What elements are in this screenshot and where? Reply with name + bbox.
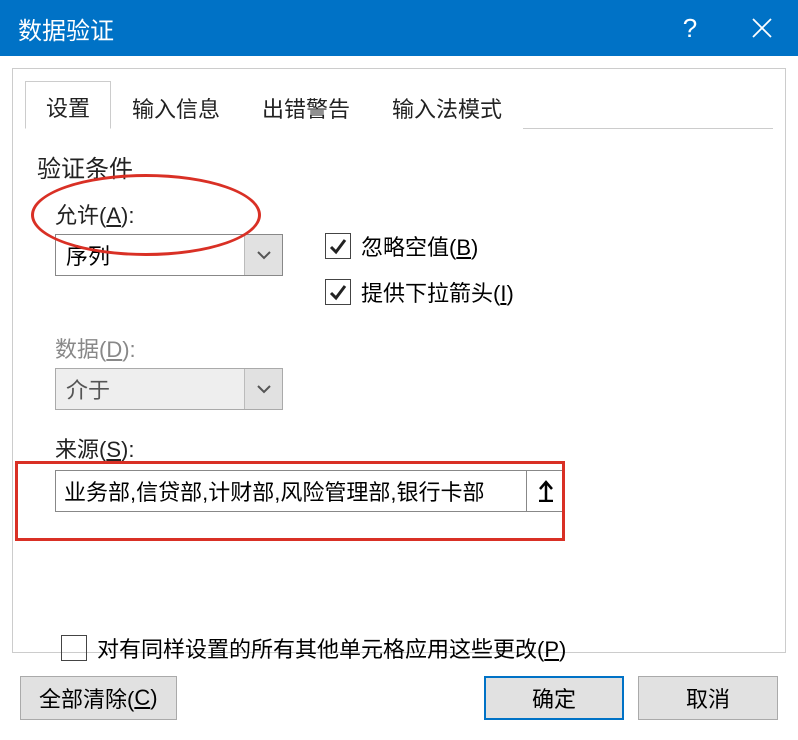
check-icon [328,236,348,256]
data-select: 介于 [55,368,283,410]
check-icon [328,282,348,302]
dialog-footer: 全部清除(C) 确定 取消 [12,676,786,720]
tab-input-message[interactable]: 输入信息 [111,81,241,129]
chevron-down-icon [257,384,271,394]
source-row: 来源(S): [55,432,761,512]
source-input[interactable] [56,471,526,511]
data-row: 数据(D): 介于 [55,332,761,410]
tab-bar: 设置 输入信息 出错警告 输入法模式 [25,81,773,129]
chevron-down-icon [257,250,271,260]
tab-settings[interactable]: 设置 [25,81,111,129]
range-icon [537,480,555,502]
tab-error-alert[interactable]: 出错警告 [241,81,371,129]
close-button[interactable] [726,0,798,56]
titlebar-buttons: ? [654,0,798,56]
checkbox-icon [325,233,351,259]
ignore-blank-checkbox[interactable]: 忽略空值(B) [325,230,514,262]
allow-select[interactable]: 序列 [55,234,283,276]
tab-ime-mode[interactable]: 输入法模式 [371,81,523,129]
in-cell-dropdown-checkbox[interactable]: 提供下拉箭头(I) [325,276,514,308]
clear-all-button[interactable]: 全部清除(C) [20,676,177,720]
allow-select-arrow[interactable] [244,235,282,275]
tab-content: 验证条件 允许(A): 序列 忽略空值(B) [13,129,785,664]
allow-row: 允许(A): 序列 忽略空值(B) [55,198,761,322]
close-icon [751,17,773,39]
help-button[interactable]: ? [654,0,726,56]
data-select-arrow [244,369,282,409]
dialog-title: 数据验证 [18,11,654,46]
ok-button[interactable]: 确定 [484,676,624,720]
source-label: 来源(S): [55,432,761,464]
dialog-body: 设置 输入信息 出错警告 输入法模式 验证条件 允许(A): 序列 [12,68,786,653]
checkbox-icon [61,635,87,661]
source-input-wrap [55,470,565,512]
range-selector-button[interactable] [526,471,564,511]
checkbox-icon [325,279,351,305]
allow-label: 允许(A): [55,198,305,230]
apply-all-checkbox[interactable]: 对有同样设置的所有其他单元格应用这些更改(P) [61,632,761,664]
criteria-label: 验证条件 [37,149,761,184]
data-label: 数据(D): [55,332,305,364]
titlebar: 数据验证 ? [0,0,798,56]
cancel-button[interactable]: 取消 [638,676,778,720]
